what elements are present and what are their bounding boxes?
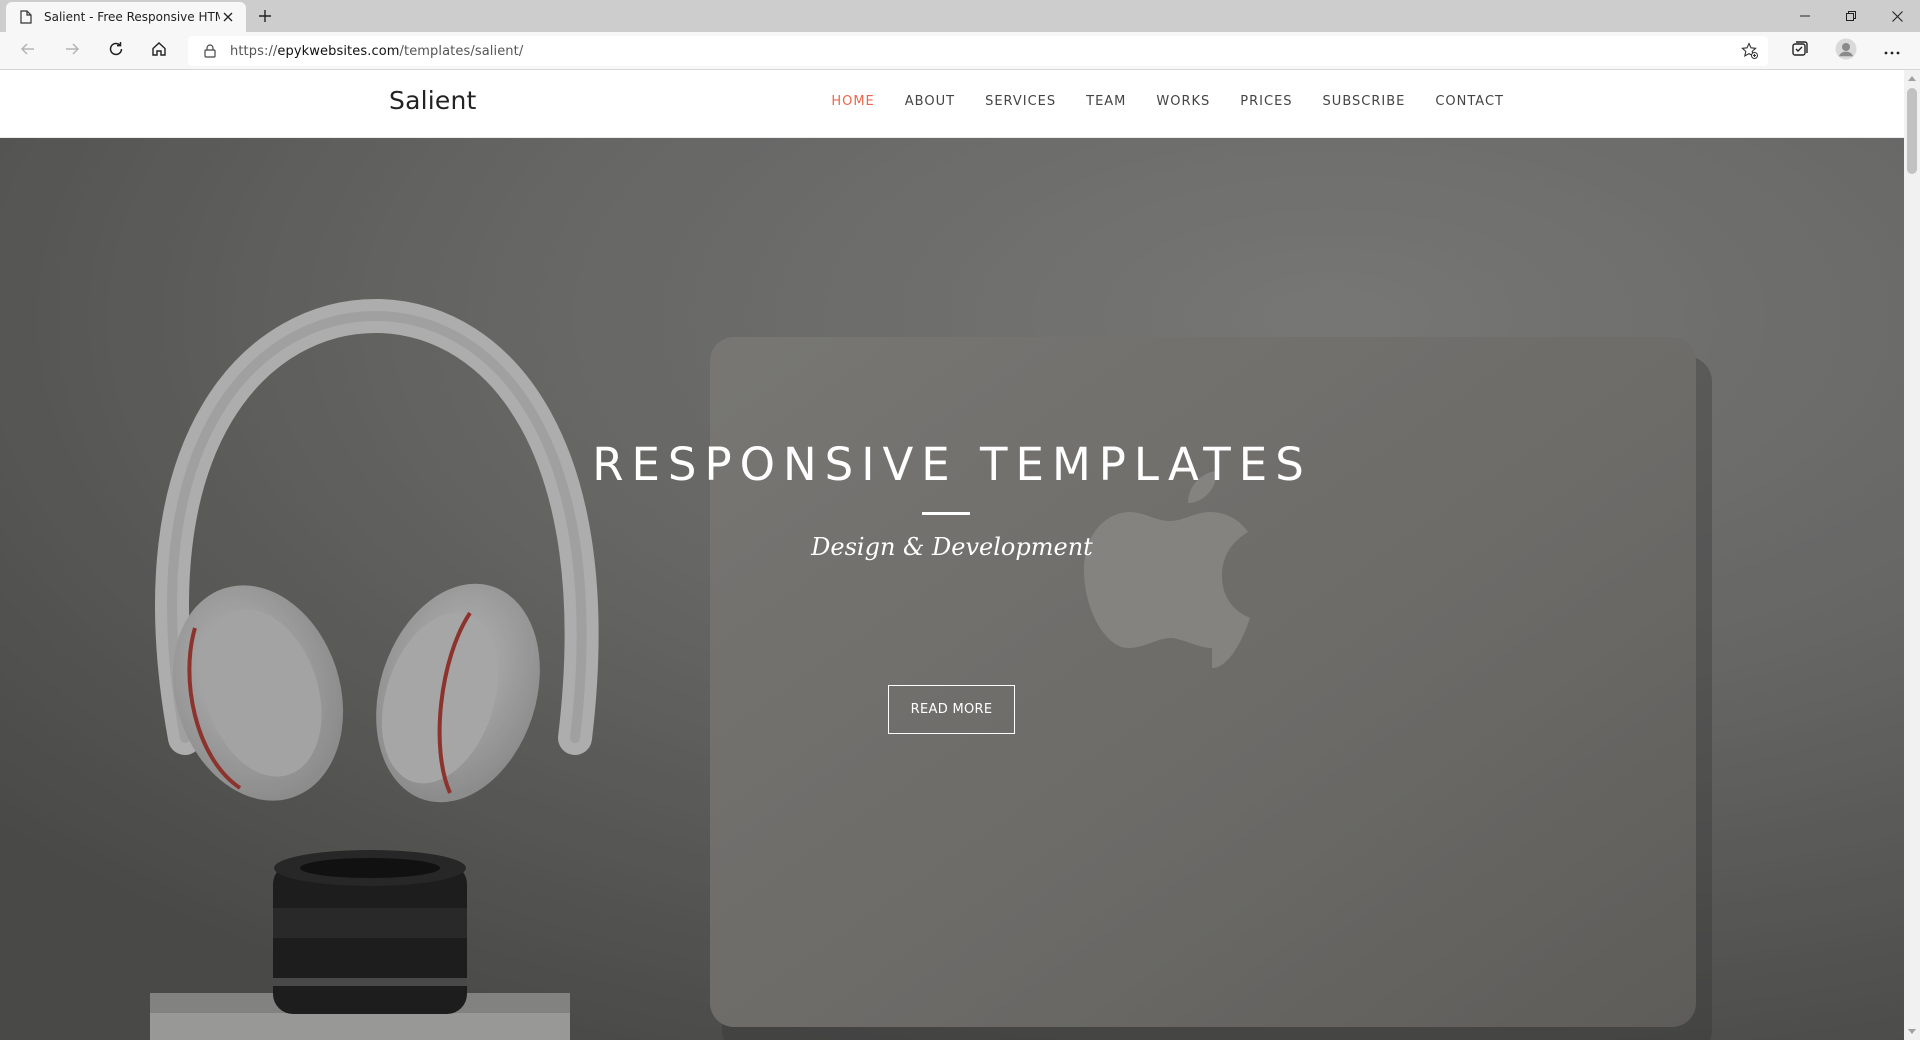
url-host: epykwebsites.com	[277, 43, 400, 59]
scroll-up-arrow-icon[interactable]	[1908, 76, 1916, 81]
nav-item-services[interactable]: SERVICES	[985, 94, 1056, 109]
site-logo[interactable]: Salient	[389, 86, 477, 115]
back-button[interactable]	[14, 37, 42, 65]
browser-tab-strip: Salient - Free Responsive HTML5	[0, 0, 1920, 32]
refresh-icon	[108, 41, 124, 62]
favorites-star-icon[interactable]	[1740, 41, 1760, 61]
minimize-button[interactable]	[1782, 0, 1828, 32]
hero-subtitle: Design & Development	[811, 533, 1093, 561]
nav-item-team[interactable]: TEAM	[1086, 94, 1126, 109]
refresh-button[interactable]	[102, 37, 130, 65]
profile-button[interactable]	[1832, 37, 1860, 65]
collections-button[interactable]	[1786, 37, 1814, 65]
home-icon	[151, 41, 167, 62]
settings-menu-button[interactable]	[1878, 37, 1906, 65]
url-path: /templates/salient/	[399, 43, 524, 59]
url-scheme: https://	[230, 43, 278, 59]
nav-item-home[interactable]: HOME	[831, 94, 874, 109]
hero-title: RESPONSIVE TEMPLATES	[592, 438, 1312, 491]
nav-item-prices[interactable]: PRICES	[1240, 94, 1292, 109]
nav-item-about[interactable]: ABOUT	[905, 94, 955, 109]
tab-title: Salient - Free Responsive HTML5	[44, 10, 220, 24]
forward-button[interactable]	[58, 37, 86, 65]
profile-icon	[1835, 38, 1857, 65]
hero-section: RESPONSIVE TEMPLATES Design & Developmen…	[0, 138, 1904, 1040]
nav-item-contact[interactable]: CONTACT	[1435, 94, 1504, 109]
nav-item-subscribe[interactable]: SUBSCRIBE	[1323, 94, 1406, 109]
url-text[interactable]: https://epykwebsites.com/templates/salie…	[230, 44, 523, 59]
page-viewport: Salient HOME ABOUT SERVICES TEAM WORKS P…	[0, 70, 1904, 1040]
main-nav: HOME ABOUT SERVICES TEAM WORKS PRICES SU…	[801, 94, 1504, 109]
browser-toolbar: https://epykwebsites.com/templates/salie…	[0, 32, 1920, 70]
close-window-button[interactable]	[1874, 0, 1920, 32]
address-bar[interactable]: https://epykwebsites.com/templates/salie…	[188, 36, 1768, 66]
new-tab-button[interactable]	[254, 5, 276, 27]
arrow-left-icon	[20, 41, 36, 62]
scrollbar-thumb[interactable]	[1907, 88, 1917, 174]
nav-item-works[interactable]: WORKS	[1156, 94, 1210, 109]
page-icon	[18, 9, 34, 25]
lock-icon[interactable]	[202, 43, 218, 59]
home-button[interactable]	[145, 37, 173, 65]
hero-content: RESPONSIVE TEMPLATES Design & Developmen…	[0, 138, 1904, 1040]
arrow-right-icon	[64, 41, 80, 62]
page-scrollbar[interactable]	[1904, 70, 1920, 1040]
more-icon	[1884, 42, 1900, 60]
site-header: Salient HOME ABOUT SERVICES TEAM WORKS P…	[0, 70, 1904, 138]
hero-divider	[922, 512, 970, 515]
read-more-button[interactable]: READ MORE	[888, 685, 1015, 734]
scroll-down-arrow-icon[interactable]	[1908, 1029, 1916, 1034]
collections-icon	[1791, 40, 1809, 63]
close-tab-icon[interactable]	[220, 9, 236, 25]
restore-button[interactable]	[1828, 0, 1874, 32]
browser-tab[interactable]: Salient - Free Responsive HTML5	[6, 2, 246, 32]
